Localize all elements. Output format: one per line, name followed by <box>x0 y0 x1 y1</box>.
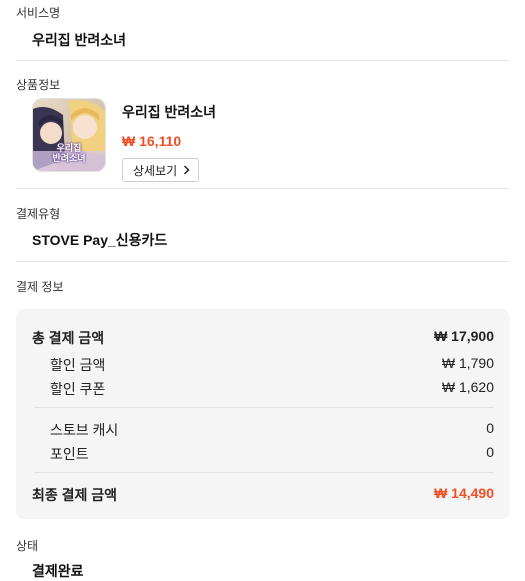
stove-cash-row: 스토브 캐시 0 <box>50 420 494 440</box>
status-value: 결제완료 <box>32 563 84 579</box>
divider <box>16 60 509 61</box>
payment-type-value: STOVE Pay_신용카드 <box>32 232 168 248</box>
discount-coupon-label: 할인 쿠폰 <box>50 381 106 397</box>
detail-button[interactable]: 상세보기 <box>122 158 200 182</box>
point-label: 포인트 <box>50 446 89 462</box>
divider <box>34 472 494 473</box>
chevron-right-icon <box>184 165 190 175</box>
divider <box>16 188 509 189</box>
final-amount-row: 최종 결제 금액 ₩ 14,490 <box>32 485 494 505</box>
status-label: 상태 <box>16 539 39 553</box>
discount-coupon-value: ₩ 1,620 <box>441 379 494 395</box>
divider <box>34 407 494 408</box>
discount-amount-row: 할인 금액 ₩ 1,790 <box>50 355 494 375</box>
payment-info-box: 총 결제 금액 ₩ 17,900 할인 금액 ₩ 1,790 할인 쿠폰 ₩ 1… <box>16 309 510 519</box>
divider <box>16 261 509 262</box>
stove-cash-label: 스토브 캐시 <box>50 422 119 438</box>
payment-detail-page: 서비스명 우리집 반려소녀 상품정보 우리집 반려소녀 우리집 반려소녀 ₩ 1… <box>0 0 525 580</box>
discount-amount-label: 할인 금액 <box>50 357 106 373</box>
product-card: 우리집 반려소녀 우리집 반려소녀 ₩ 16,110 상세보기 <box>32 98 216 182</box>
product-thumbnail: 우리집 반려소녀 <box>32 98 106 172</box>
service-label: 서비스명 <box>16 6 61 20</box>
service-name: 우리집 반려소녀 <box>32 32 127 48</box>
stove-cash-value: 0 <box>486 420 494 436</box>
detail-button-label: 상세보기 <box>133 163 178 178</box>
total-amount-value: ₩ 17,900 <box>434 328 494 344</box>
final-amount-label: 최종 결제 금액 <box>32 487 118 503</box>
discount-coupon-row: 할인 쿠폰 ₩ 1,620 <box>50 379 494 399</box>
payment-info-label: 결제 정보 <box>16 280 64 294</box>
discount-amount-value: ₩ 1,790 <box>441 355 494 371</box>
total-amount-row: 총 결제 금액 ₩ 17,900 <box>32 328 494 348</box>
product-name: 우리집 반려소녀 <box>122 104 217 120</box>
payment-type-label: 결제유형 <box>16 207 61 221</box>
point-row: 포인트 0 <box>50 444 494 464</box>
point-value: 0 <box>486 444 494 460</box>
product-price: ₩ 16,110 <box>122 133 182 149</box>
product-label: 상품정보 <box>16 78 61 92</box>
final-amount-value: ₩ 14,490 <box>434 485 494 501</box>
thumb-logo: 우리집 반려소녀 <box>52 143 86 163</box>
total-amount-label: 총 결제 금액 <box>32 330 105 346</box>
